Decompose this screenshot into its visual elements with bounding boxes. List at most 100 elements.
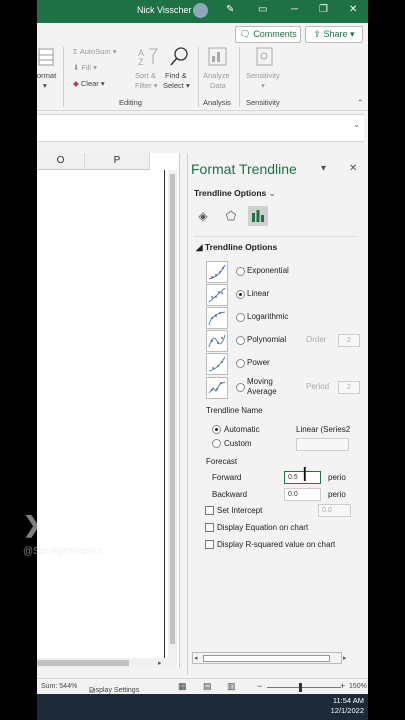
minimize-icon[interactable]: ─ [291,4,298,15]
forward-unit: perio [328,473,346,482]
zoom-slider[interactable] [267,687,341,688]
bar-chart-icon [252,210,264,222]
sensitivity-button[interactable]: Sensitivity [246,71,280,80]
scroll-thumb[interactable] [37,660,129,666]
page-layout-icon[interactable]: ▤ [203,681,212,692]
share-button[interactable]: ⇪ Share ▾ [305,26,363,43]
analyze-label-2[interactable]: Data [210,81,226,90]
excel-window: Nick Visscher ✎ ▭ ─ ❐ ✕ 🗨 Comments ⇪ Sha… [37,0,368,720]
period-spinner[interactable]: 2 [338,381,360,394]
trend-type-power[interactable]: Power [206,353,366,375]
automatic-label[interactable]: Automatic [224,425,260,434]
fill-line-tab[interactable]: ◈ [193,206,213,226]
close-pane-icon[interactable]: ✕ [349,163,357,174]
fill-button[interactable]: ⬇ Fill ▾ [73,63,97,72]
formula-bar[interactable]: ⌄ [37,114,364,142]
scroll-thumb[interactable] [170,174,175,644]
radio-moving-average[interactable] [236,383,245,392]
scroll-right-icon[interactable]: ▸ [158,659,162,667]
normal-view-icon[interactable]: ▦ [178,681,187,692]
group-sensitivity-label: Sensitivity [246,98,280,107]
pen-icon[interactable]: ✎ [226,4,234,15]
backward-input[interactable]: 0.0 [284,488,321,501]
trend-type-exponential[interactable]: Exponential [206,261,366,283]
taskbar-clock[interactable]: 11:54 AM 12/1/2022 [331,696,364,716]
clear-button[interactable]: ◆ Clear ▾ [73,79,105,88]
radio-linear[interactable] [236,290,245,299]
status-bar: Sum: 544% ▭ Display Settings ▦ ▤ ▥ − + 1… [37,678,368,695]
polynomial-trend-icon [206,330,228,352]
radio-automatic[interactable] [212,425,221,434]
radio-power[interactable] [236,359,245,368]
cell-area[interactable] [37,170,165,658]
collapse-ribbon-icon[interactable]: ⌃ [357,98,363,107]
chevron-down-icon: ▾ [100,79,105,88]
trend-label: Power [247,358,270,367]
sort-filter-button[interactable]: Filter ▾ [135,81,158,90]
ribbon-display-icon[interactable]: ▭ [258,4,267,15]
radio-custom[interactable] [212,439,221,448]
chevron-down-icon: ◢ [196,242,203,252]
trend-label: Linear [247,289,270,298]
pentagon-icon: ⬠ [225,209,237,223]
comment-icon: 🗨 [239,29,251,39]
expand-formula-icon[interactable]: ⌄ [353,120,360,129]
backward-unit: perio [328,490,346,499]
format-label[interactable]: ormat [37,71,56,80]
display-rsquared-checkbox[interactable] [205,540,214,549]
analyze-label-1[interactable]: Analyze [203,71,230,80]
ribbon-divider [239,47,240,107]
taskbar: 11:54 AM 12/1/2022 [37,694,368,720]
column-header-p[interactable]: P [85,153,150,170]
effects-tab[interactable]: ⬠ [221,206,241,226]
trend-type-polynomial[interactable]: Polynomial Order 2 [206,330,366,352]
find-search-icon [168,45,190,69]
order-spinner[interactable]: 2 [338,334,360,347]
trendline-options-tab[interactable] [248,206,268,226]
radio-exponential[interactable] [236,267,245,276]
horizontal-scrollbar[interactable]: ▸ [37,658,177,668]
intercept-input[interactable]: 0.0 [318,504,351,517]
trendline-options-section[interactable]: ◢ Trendline Options [196,242,277,253]
scroll-right-icon[interactable]: ▸ [343,654,347,662]
trend-type-linear[interactable]: Linear [206,284,366,306]
scroll-left-icon[interactable]: ◂ [194,654,198,662]
pane-horizontal-scrollbar[interactable]: ◂ ▸ [192,652,347,664]
comments-button[interactable]: 🗨 Comments [235,26,301,43]
sensitivity-icon [254,46,276,68]
pane-options-icon[interactable]: ▾ [321,163,326,174]
set-intercept-checkbox[interactable] [205,506,214,515]
watermark-handle: @Spotlightimpact [23,546,102,557]
find-select-button[interactable]: Select ▾ [163,81,190,90]
radio-logarithmic[interactable] [236,313,245,322]
column-header-o[interactable]: O [37,153,85,170]
close-window-icon[interactable]: ✕ [349,4,357,15]
format-icon[interactable] [37,47,57,71]
zoom-slider-thumb[interactable] [299,683,302,692]
automatic-name-value: Linear (Series2 [296,425,351,434]
autosum-button[interactable]: Σ AutoSum ▾ [73,47,116,56]
zoom-in-icon[interactable]: + [340,681,345,691]
custom-name-input[interactable] [296,438,349,451]
group-analysis-label: Analysis [203,98,231,107]
logarithmic-trend-icon [206,307,228,329]
backward-label: Backward [212,490,248,499]
zoom-out-icon[interactable]: − [257,681,262,691]
sort-filter-label-1[interactable]: Sort & [135,71,156,80]
radio-polynomial[interactable] [236,336,245,345]
group-editing-label: Editing [119,98,142,107]
find-select-label-1[interactable]: Find & [165,71,187,80]
page-break-icon[interactable]: ▥ [227,681,236,692]
trend-type-logarithmic[interactable]: Logarithmic [206,307,366,329]
clock-date: 12/1/2022 [330,706,364,715]
user-avatar[interactable] [193,3,208,18]
zoom-level[interactable]: 150% [349,683,367,690]
restore-icon[interactable]: ❐ [319,4,328,15]
trendline-options-dropdown[interactable]: Trendline Options ⌄ [194,188,276,199]
scroll-thumb[interactable] [203,655,330,662]
trend-type-moving-average[interactable]: Moving Average Period 2 [206,377,366,399]
vertical-scrollbar[interactable] [168,170,177,658]
custom-label[interactable]: Custom [224,439,252,448]
chevron-down-icon: ▾ [93,63,97,72]
display-equation-checkbox[interactable] [205,523,214,532]
